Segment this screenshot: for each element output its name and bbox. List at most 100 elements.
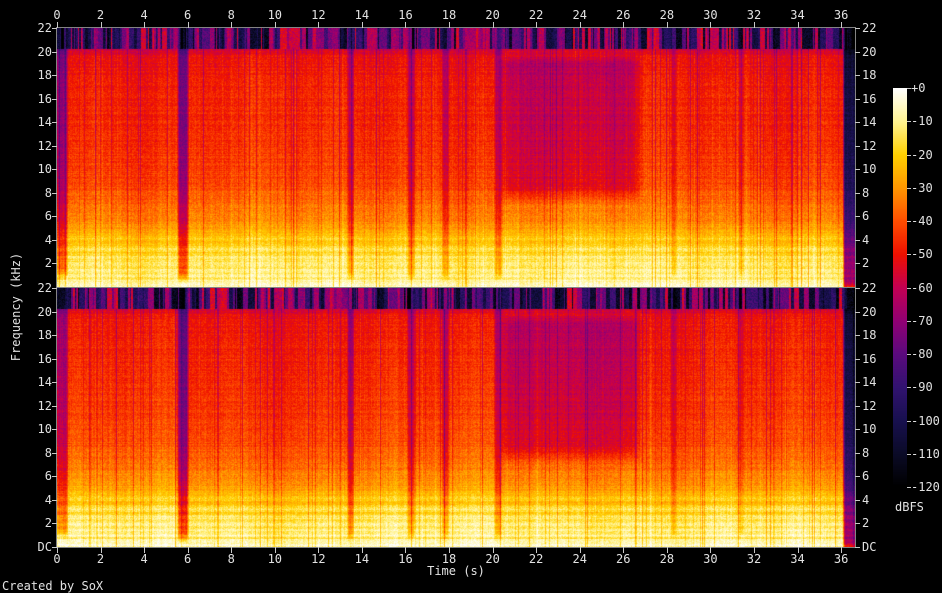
- time-tick-label-top: 18: [441, 8, 457, 22]
- time-tick-label-top: 34: [790, 8, 805, 22]
- time-tick-mark-bottom: [536, 547, 538, 553]
- time-tick-mark-bottom: [797, 547, 799, 553]
- colorbar-tick-mark: [907, 155, 911, 156]
- colorbar-gradient: [893, 88, 907, 487]
- freq-tick-label-right: DC: [862, 540, 877, 554]
- freq-tick-label-right: 22: [862, 281, 877, 295]
- freq-tick-label-left: 16: [37, 352, 52, 366]
- freq-tick-label-right: 18: [862, 68, 877, 82]
- freq-tick-mark-right: [855, 476, 860, 477]
- time-tick-mark-bottom: [753, 547, 755, 553]
- freq-tick-label-right: 8: [862, 446, 870, 460]
- spectrogram-channel-2: [57, 288, 855, 547]
- time-tick-label-bottom: 12: [311, 552, 326, 566]
- freq-tick-mark-right: [855, 99, 860, 100]
- colorbar-unit-label: dBFS: [895, 500, 924, 514]
- freq-tick-mark-right: [855, 312, 860, 313]
- colorbar-tick-label: -110: [911, 447, 940, 461]
- time-tick-mark-bottom: [144, 547, 146, 553]
- freq-tick-mark-right: [855, 359, 860, 360]
- freq-tick-label-left: 18: [37, 328, 52, 342]
- time-tick-mark-bottom: [623, 547, 625, 553]
- freq-tick-label-left: 2: [44, 516, 52, 530]
- time-tick-label-top: 30: [703, 8, 718, 22]
- time-tick-label-bottom: 10: [267, 552, 283, 566]
- freq-tick-label-right: 8: [862, 186, 870, 200]
- time-tick-label-bottom: 34: [790, 552, 805, 566]
- colorbar-tick-mark: [907, 421, 911, 422]
- freq-tick-mark-right: [855, 52, 860, 53]
- freq-tick-label-right: 2: [862, 516, 870, 530]
- freq-tick-mark-right: [855, 547, 860, 548]
- colorbar-tick-label: -40: [911, 214, 933, 228]
- time-tick-mark-bottom: [100, 547, 102, 553]
- freq-tick-mark-right: [855, 382, 860, 383]
- colorbar-tick-mark: [907, 487, 911, 488]
- time-tick-mark-bottom: [274, 547, 276, 553]
- time-tick-mark-bottom: [841, 547, 843, 553]
- time-tick-label-top: 20: [485, 8, 500, 22]
- colorbar-tick-label: -20: [911, 148, 933, 162]
- colorbar-tick-mark: [907, 454, 911, 455]
- colorbar-tick-mark: [907, 387, 911, 388]
- freq-tick-label-left: 16: [37, 92, 52, 106]
- freq-tick-label-left: 12: [37, 139, 52, 153]
- colorbar-tick-label: -90: [911, 380, 933, 394]
- time-axis-label: Time (s): [427, 564, 485, 578]
- freq-tick-label-right: 12: [862, 139, 877, 153]
- time-tick-label-bottom: 2: [96, 552, 105, 566]
- freq-tick-mark-right: [855, 28, 860, 29]
- time-tick-label-bottom: 0: [53, 552, 61, 566]
- time-tick-mark-bottom: [492, 547, 494, 553]
- time-tick-label-bottom: 36: [833, 552, 849, 566]
- time-tick-label-top: 16: [398, 8, 413, 22]
- freq-tick-label-left: 8: [44, 186, 52, 200]
- spectrogram-channel-1: [57, 28, 855, 287]
- time-tick-label-bottom: 8: [227, 552, 235, 566]
- freq-tick-label-right: 12: [862, 399, 877, 413]
- time-tick-mark-bottom: [449, 547, 451, 553]
- time-tick-label-bottom: 28: [659, 552, 675, 566]
- time-tick-label-top: 12: [311, 8, 326, 22]
- freq-tick-label-left: 10: [37, 422, 52, 436]
- colorbar-tick-label: -100: [911, 414, 940, 428]
- colorbar-tick-mark: [907, 254, 911, 255]
- freq-tick-label-right: 10: [862, 162, 877, 176]
- freq-tick-mark-right: [855, 523, 860, 524]
- colorbar-tick-label: -120: [911, 480, 940, 494]
- freq-tick-mark-right: [855, 216, 860, 217]
- time-tick-label-top: 14: [354, 8, 370, 22]
- freq-tick-mark-right: [855, 75, 860, 76]
- freq-tick-label-left: 10: [37, 162, 52, 176]
- colorbar-tick-label: -60: [911, 281, 933, 295]
- colorbar-tick-mark: [907, 321, 911, 322]
- freq-tick-mark-right: [855, 240, 860, 241]
- time-tick-mark-bottom: [318, 547, 320, 553]
- time-tick-label-top: 10: [267, 8, 283, 22]
- colorbar-tick-mark: [907, 354, 911, 355]
- time-tick-mark-bottom: [57, 547, 58, 553]
- colorbar-tick-mark: [907, 121, 911, 122]
- time-tick-mark-bottom: [361, 547, 363, 553]
- time-tick-label-bottom: 6: [184, 552, 192, 566]
- colorbar-tick-label: -50: [911, 247, 933, 261]
- freq-tick-label-left: 6: [44, 209, 52, 223]
- time-tick-label-bottom: 30: [703, 552, 718, 566]
- freq-tick-label-left: 14: [37, 375, 52, 389]
- freq-tick-label-right: 6: [862, 209, 870, 223]
- time-tick-mark-bottom: [187, 547, 189, 553]
- time-tick-label-top: 36: [833, 8, 849, 22]
- time-tick-label-top: 22: [528, 8, 544, 22]
- time-tick-label-top: 8: [227, 8, 235, 22]
- freq-tick-label-left: 8: [44, 446, 52, 460]
- time-tick-label-bottom: 4: [140, 552, 148, 566]
- freq-tick-label-left: 12: [37, 399, 52, 413]
- freq-tick-label-left: 20: [37, 45, 52, 59]
- freq-tick-mark-right: [855, 429, 860, 430]
- freq-tick-label-left: 14: [37, 115, 52, 129]
- freq-tick-label-left: 22: [37, 21, 52, 35]
- colorbar-tick-label: -70: [911, 314, 933, 328]
- freq-tick-label-right: 16: [862, 92, 877, 106]
- freq-tick-label-right: 4: [862, 493, 870, 507]
- freq-tick-label-right: 4: [862, 233, 870, 247]
